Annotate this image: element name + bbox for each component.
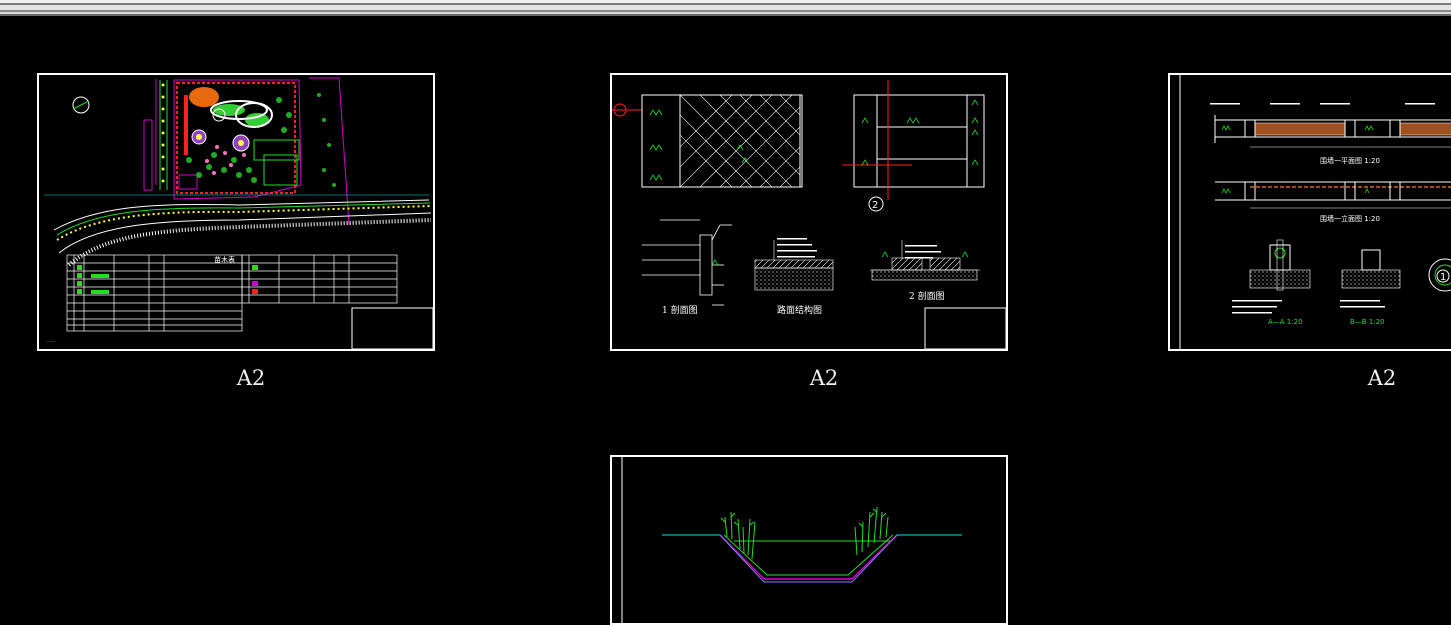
caption-section-1: 1 剖面图 bbox=[662, 304, 698, 316]
drawing-sheet-channel-section[interactable] bbox=[610, 455, 1008, 625]
fence-details-drawing: 围墙一平面图 1:20 围墙一立面图 1:20 A—A 1:20 B—B 1:2… bbox=[1179, 75, 1451, 349]
sheet-size-label: A2 bbox=[809, 366, 839, 390]
caption-road-structure: 路面结构图 bbox=[777, 304, 822, 316]
window-title-bar bbox=[0, 0, 1451, 16]
caption-section-bb: B—B 1:20 bbox=[1350, 318, 1385, 326]
svg-text:……: …… bbox=[47, 338, 55, 343]
paving-details-drawing: 2 1 剖面图 路面结构图 2 剖面图 bbox=[612, 80, 1006, 349]
detail-marker-1: 1 bbox=[1440, 272, 1446, 283]
section-marker-2: 2 bbox=[872, 200, 878, 211]
drawing-sheet-fence-details[interactable]: 围墙一平面图 1:20 围墙一立面图 1:20 A—A 1:20 B—B 1:2… bbox=[1168, 73, 1451, 351]
caption-fence-elevation: 围墙一立面图 1:20 bbox=[1320, 214, 1380, 223]
site-plan-drawing: 苗木表 …… bbox=[44, 77, 433, 349]
drawing-sheet-paving-details[interactable]: 2 1 剖面图 路面结构图 2 剖面图 bbox=[610, 73, 1008, 351]
drawing-sheet-site-plan[interactable]: 苗木表 …… bbox=[37, 73, 435, 351]
channel-section-drawing bbox=[621, 457, 962, 623]
caption-section-aa: A—A 1:20 bbox=[1268, 318, 1303, 326]
caption-section-2: 2 剖面图 bbox=[909, 290, 945, 302]
sheet-size-label: A2 bbox=[1367, 366, 1397, 390]
caption-fence-plan: 围墙一平面图 1:20 bbox=[1320, 156, 1380, 165]
sheet-size-label: A2 bbox=[236, 366, 266, 390]
